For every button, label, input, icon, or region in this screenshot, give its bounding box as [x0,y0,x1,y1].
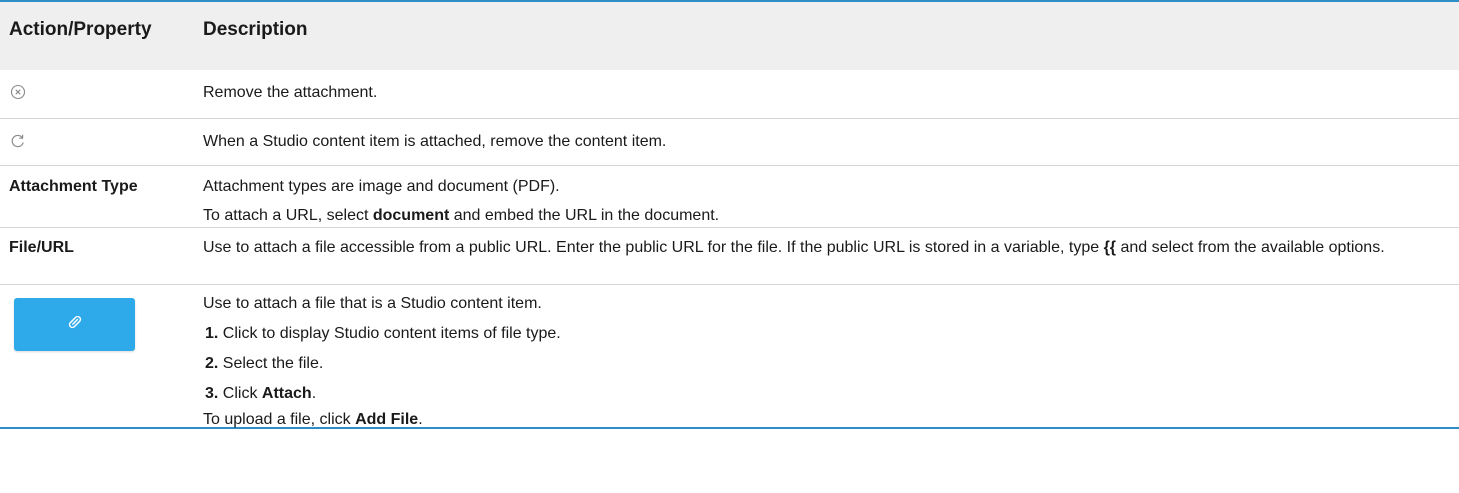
refresh-cell [0,119,203,165]
attach-button-cell [0,285,203,427]
file-url-post: and select from the available options. [1116,239,1385,256]
attachment-type-line2: To attach a URL, select document and emb… [203,206,1447,226]
attach-upload-note: To upload a file, click Add File. [203,410,1447,430]
attachment-type-line2-pre: To attach a URL, select [203,207,373,224]
attach-upload-pre: To upload a file, click [203,411,356,428]
attach-step-3: 3. Click Attach. [203,384,1447,404]
table-header: Action/Property Description [0,2,1459,70]
table-row-remove: Remove the attachment. [0,70,1459,119]
attach-step-3-pre: Click [218,385,262,402]
header-action-property: Action/Property [9,19,152,40]
table-row-refresh: When a Studio content item is attached, … [0,119,1459,166]
attachment-type-line1: Attachment types are image and document … [203,178,560,195]
table-row-file-url: File/URL Use to attach a file accessible… [0,228,1459,285]
attachment-type-label: Attachment Type [9,178,138,195]
close-circle-icon [9,83,29,103]
remove-cell [0,70,203,118]
file-url-bold: {{ [1103,239,1117,256]
table-row-attachment-type: Attachment Type Attachment types are ima… [0,166,1459,228]
file-url-pre: Use to attach a file accessible from a p… [203,239,1104,256]
attach-content-description: Use to attach a file that is a Studio co… [203,285,1459,430]
remove-description: Remove the attachment. [203,70,1459,118]
file-url-description: Use to attach a file accessible from a p… [203,228,1459,284]
file-url-label: File/URL [9,239,74,256]
attach-upload-bold: Add File [355,411,419,428]
table-row-attach-content: Use to attach a file that is a Studio co… [0,285,1459,430]
attachment-type-description: Attachment types are image and document … [203,166,1459,227]
attach-step-3-num: 3. [205,385,219,402]
refresh-description: When a Studio content item is attached, … [203,119,1459,165]
file-url-text: Use to attach a file accessible from a p… [203,238,1447,258]
actions-table: Action/Property Description Remove the a… [0,0,1459,429]
attach-step-1-num: 1. [205,325,219,342]
attach-step-3-post: . [311,385,317,402]
attachment-type-line2-post: and embed the URL in the document. [449,207,720,224]
attach-button[interactable] [14,298,135,351]
attach-step-2: 2. Select the file. [203,354,1447,374]
header-description: Description [203,19,308,40]
remove-text: Remove the attachment. [203,84,378,101]
paperclip-icon [66,313,84,337]
attach-step-2-text: Select the file. [218,355,324,372]
refresh-text: When a Studio content item is attached, … [203,133,667,150]
attach-step-1: 1. Click to display Studio content items… [203,324,1447,344]
attachment-type-line2-bold: document [372,207,450,224]
refresh-icon [9,132,29,152]
attach-step-2-num: 2. [205,355,219,372]
attach-step-1-text: Click to display Studio content items of… [218,325,561,342]
attach-upload-post: . [418,411,423,428]
attach-intro: Use to attach a file that is a Studio co… [203,295,542,312]
attach-step-3-bold: Attach [261,385,312,402]
